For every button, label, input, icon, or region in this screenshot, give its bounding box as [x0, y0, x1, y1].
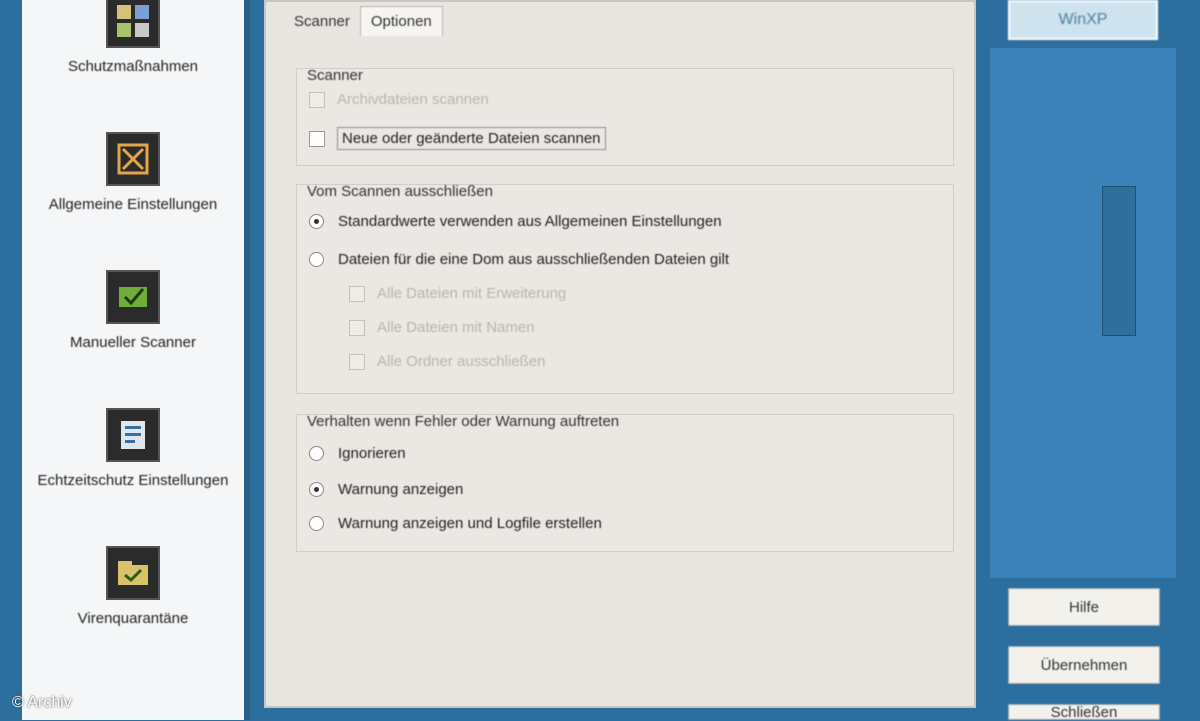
shield-tool-icon [106, 0, 160, 48]
custom-exclusion-radio[interactable] [309, 252, 324, 267]
help-button[interactable]: Hilfe [1008, 588, 1160, 626]
group-title: Vom Scannen ausschließen [307, 183, 493, 200]
archive-scan-option[interactable]: Archivdateien scannen [309, 91, 489, 108]
option-label: Neue oder geänderte Dateien scannen [337, 127, 606, 150]
copyright-watermark: © Archiv [12, 694, 72, 711]
close-button[interactable]: Schließen [1008, 704, 1160, 721]
tab-bar: Scanner Optionen [284, 6, 443, 40]
gear-settings-icon [106, 132, 160, 186]
sidebar-item-label: Echtzeitschutz Einstellungen [37, 472, 229, 489]
option-label: Ignorieren [338, 445, 406, 462]
use-defaults-option[interactable]: Standardwerte verwenden aus Allgemeinen … [309, 213, 722, 230]
sidebar-item-protection[interactable]: Schutzmaßnahmen [22, 0, 244, 78]
show-warning-radio[interactable] [309, 482, 324, 497]
sidebar-item-label: Schutzmaßnahmen [67, 58, 199, 75]
tab-options[interactable]: Optionen [359, 6, 443, 36]
exclude-folders-option[interactable]: Alle Ordner ausschließen [349, 353, 545, 370]
behavior-group: Verhalten wenn Fehler oder Warnung auftr… [296, 413, 954, 552]
group-title: Verhalten wenn Fehler oder Warnung auftr… [307, 413, 620, 430]
option-label: Warnung anzeigen [338, 481, 464, 498]
exclusions-group: Vom Scannen ausschließen Standardwerte v… [296, 183, 954, 394]
show-warning-option[interactable]: Warnung anzeigen [309, 481, 463, 498]
changed-files-option[interactable]: Neue oder geänderte Dateien scannen [309, 127, 606, 150]
option-label: Alle Ordner ausschließen [377, 353, 546, 370]
apply-button[interactable]: Übernehmen [1008, 646, 1160, 684]
archive-scan-checkbox[interactable] [309, 91, 325, 108]
warning-logfile-radio[interactable] [309, 516, 324, 531]
exclude-extension-checkbox[interactable] [349, 285, 365, 302]
warning-logfile-option[interactable]: Warnung anzeigen und Logfile erstellen [309, 515, 602, 532]
tab-scanner[interactable]: Scanner [284, 7, 360, 36]
scanner-group: Scanner Archivdateien scannen Neue oder … [296, 67, 954, 166]
sidebar-item-realtime-protection[interactable]: Echtzeitschutz Einstellungen [22, 408, 244, 492]
exclude-folders-checkbox[interactable] [349, 353, 365, 370]
exclude-name-checkbox[interactable] [349, 319, 365, 336]
scanner-icon [106, 270, 160, 324]
realtime-protection-icon [106, 408, 160, 462]
option-label: Archivdateien scannen [337, 91, 489, 108]
navigation-sidebar: Schutzmaßnahmen Allgemeine Einstellungen… [22, 0, 250, 720]
custom-exclusion-option[interactable]: Dateien für die eine Dom aus ausschließe… [309, 251, 729, 268]
sidebar-item-label: Virenquarantäne [77, 610, 189, 627]
quarantine-icon [106, 546, 160, 600]
sidebar-item-general-settings[interactable]: Allgemeine Einstellungen [22, 132, 244, 216]
blue-side-area [990, 48, 1176, 578]
ignore-radio[interactable] [309, 446, 324, 461]
use-defaults-radio[interactable] [309, 214, 324, 229]
group-title: Scanner [307, 67, 363, 84]
vertical-scrollbar[interactable] [1102, 186, 1136, 336]
exclude-extension-option[interactable]: Alle Dateien mit Erweiterung [349, 285, 566, 302]
option-label: Standardwerte verwenden aus Allgemeinen … [338, 213, 722, 230]
option-label: Alle Dateien mit Erweiterung [377, 285, 567, 302]
exclude-name-option[interactable]: Alle Dateien mit Namen [349, 319, 535, 336]
product-logo: WinXP [1008, 0, 1158, 40]
ignore-option[interactable]: Ignorieren [309, 445, 406, 462]
option-label: Dateien für die eine Dom aus ausschließe… [338, 251, 730, 268]
sidebar-item-quarantine[interactable]: Virenquarantäne [22, 546, 244, 630]
settings-dialog-panel: Scanner Optionen Scanner Archivdateien sc… [264, 0, 976, 708]
right-action-panel: WinXP Hilfe Übernehmen Schließen [990, 0, 1176, 721]
sidebar-item-label: Allgemeine Einstellungen [48, 196, 218, 213]
sidebar-item-manual-scanner[interactable]: Manueller Scanner [22, 270, 244, 354]
option-label: Warnung anzeigen und Logfile erstellen [338, 515, 602, 532]
changed-files-checkbox[interactable] [309, 130, 325, 147]
option-label: Alle Dateien mit Namen [377, 319, 535, 336]
sidebar-item-label: Manueller Scanner [70, 334, 196, 351]
